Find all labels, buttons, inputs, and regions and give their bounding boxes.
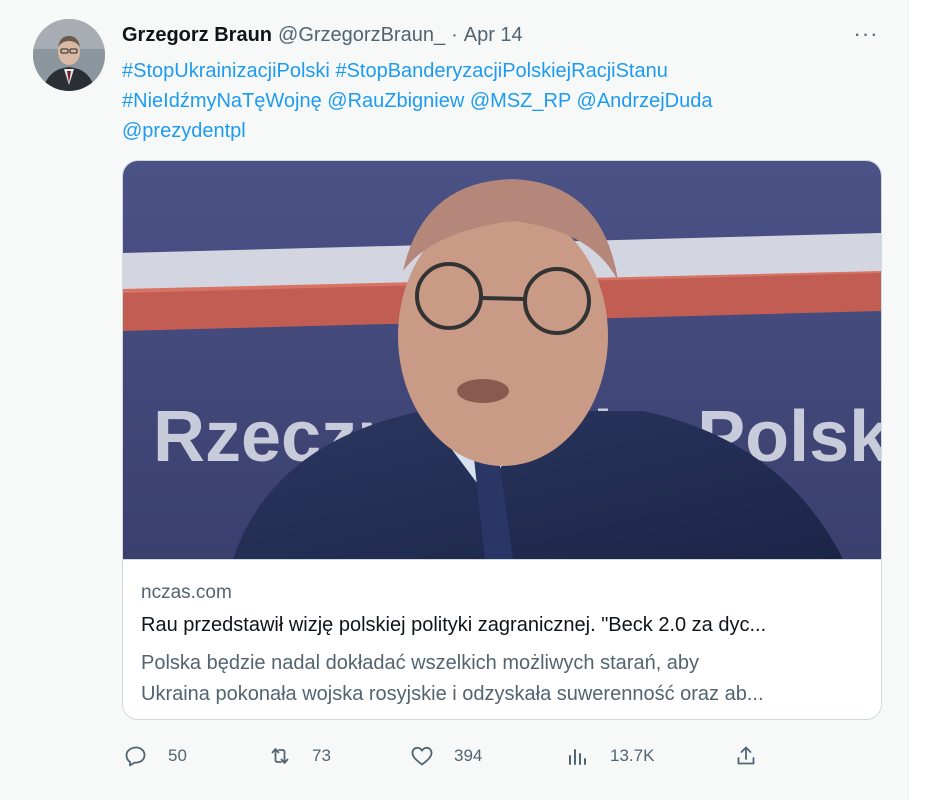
- views-icon: [569, 749, 586, 765]
- link-title: Rau przedstawił wizję polskiej polityki …: [141, 614, 767, 636]
- more-options-button[interactable]: ···: [846, 21, 886, 46]
- avatar[interactable]: [33, 19, 105, 91]
- mention-link[interactable]: @MSZ_RP: [470, 90, 571, 112]
- heart-icon: [411, 746, 433, 766]
- column-divider: [908, 0, 909, 800]
- author-name[interactable]: Grzegorz Braun: [122, 24, 272, 47]
- link-preview-card[interactable]: Rzeczpospolita Polska nczas.com Rau prze…: [122, 160, 882, 720]
- tweet[interactable]: Grzegorz Braun @GrzegorzBraun_ · Apr 14 …: [0, 0, 908, 800]
- share-button[interactable]: [734, 738, 758, 774]
- tweet-text: #StopUkrainizacjiPolski #StopBanderyzacj…: [122, 56, 812, 146]
- tweet-date[interactable]: Apr 14: [464, 24, 523, 47]
- mention-link[interactable]: @RauZbigniew: [327, 90, 464, 112]
- link-domain: nczas.com: [141, 582, 232, 603]
- author-handle[interactable]: @GrzegorzBraun_: [278, 24, 445, 47]
- tweet-text-line: @prezydentpl: [122, 116, 812, 146]
- retweet-icon: [271, 748, 289, 764]
- hashtag-link[interactable]: #StopBanderyzacjiPolskiejRacjiStanu: [335, 60, 667, 82]
- mention-link[interactable]: @prezydentpl: [122, 120, 246, 142]
- link-description: Polska będzie nadal dokładać wszelkich m…: [141, 648, 866, 710]
- tweet-text-line: #StopUkrainizacjiPolski #StopBanderyzacj…: [122, 56, 812, 86]
- retweet-button[interactable]: 73: [268, 738, 331, 774]
- tweet-header: Grzegorz Braun @GrzegorzBraun_ · Apr 14: [122, 21, 523, 49]
- link-preview-image[interactable]: Rzeczpospolita Polska: [123, 161, 881, 559]
- like-button[interactable]: 394: [410, 738, 482, 774]
- reply-button[interactable]: 50: [124, 738, 187, 774]
- avatar-image: [33, 19, 105, 91]
- like-count: 394: [454, 746, 483, 765]
- separator-dot: ·: [451, 23, 458, 46]
- hashtag-link[interactable]: #StopUkrainizacjiPolski: [122, 60, 330, 82]
- more-icon: ···: [853, 21, 879, 46]
- reply-count: 50: [168, 746, 187, 765]
- retweet-count: 73: [312, 746, 331, 765]
- link-description-line: Ukraina pokonała wojska rosyjskie i odzy…: [141, 683, 764, 705]
- tweet-actions: 50 73 394 13.7K: [122, 738, 882, 774]
- link-description-line: Polska będzie nadal dokładać wszelkich m…: [141, 652, 700, 674]
- views-count: 13.7K: [610, 746, 655, 765]
- mention-link[interactable]: @AndrzejDuda: [577, 90, 713, 112]
- reply-icon: [125, 746, 146, 767]
- tweet-text-line: #NieIdźmyNaTęWojnę @RauZbigniew @MSZ_RP …: [122, 86, 812, 116]
- link-preview-meta[interactable]: nczas.com Rau przedstawił wizję polskiej…: [123, 559, 881, 719]
- share-icon: [737, 746, 755, 765]
- views-button[interactable]: 13.7K: [566, 738, 654, 774]
- hashtag-link[interactable]: #NieIdźmyNaTęWojnę: [122, 90, 322, 112]
